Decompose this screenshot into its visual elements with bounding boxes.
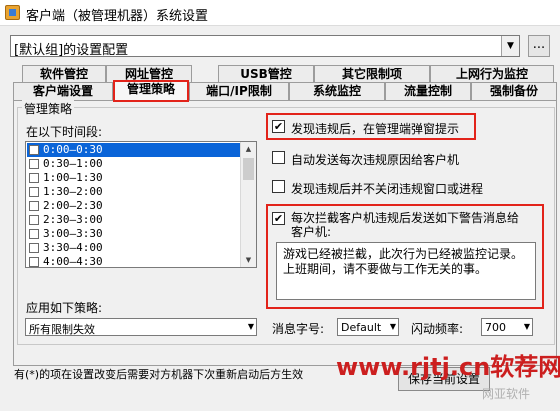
font-size-select[interactable]: Default ▼	[337, 318, 399, 336]
list-item[interactable]: 2:00—2:30	[27, 199, 241, 213]
list-item[interactable]: 1:30—2:00	[27, 185, 241, 199]
policy-group-title: 管理策略	[22, 100, 75, 117]
chevron-down-icon[interactable]: ▼	[248, 322, 254, 331]
tab-internet-monitoring[interactable]: 上网行为监控	[430, 65, 554, 83]
flash-rate-value: 700	[485, 321, 506, 334]
footer-note: 有(*)的项在设置改变后需要对方机器下次重新启动后方生效	[14, 368, 304, 381]
window-title: 客户端（被管理机器）系统设置	[26, 9, 209, 24]
watermark-site: www.rjtj.cn软荐网	[336, 353, 560, 381]
tab-software-control[interactable]: 软件管控	[22, 65, 106, 83]
chevron-down-icon[interactable]: ▼	[524, 322, 530, 331]
checkbox[interactable]	[29, 215, 39, 225]
apply-policy-label: 应用如下策略:	[26, 301, 103, 315]
scroll-down-icon[interactable]: ▼	[241, 253, 256, 267]
no-close-label: 发现违规后并不关闭违规窗口或进程	[291, 182, 484, 196]
list-item[interactable]: 3:30—4:00	[27, 241, 241, 255]
checkbox[interactable]	[29, 187, 39, 197]
list-item[interactable]: 4:00—4:30	[27, 255, 241, 267]
list-item[interactable]: 0:30—1:00	[27, 157, 241, 171]
warning-message-line2: 上班期间，请不要做与工作无关的事。	[283, 262, 488, 276]
list-item[interactable]: 1:00—1:30	[27, 171, 241, 185]
time-slot-label: 在以下时间段:	[26, 125, 103, 139]
send-warning-label-line2: 客户机:	[291, 225, 332, 239]
tab-forced-backup[interactable]: 强制备份	[471, 82, 557, 100]
font-size-label: 消息字号:	[272, 322, 325, 336]
list-scrollbar[interactable]: ▲ ▼	[240, 142, 256, 267]
checkbox[interactable]	[29, 173, 39, 183]
chevron-down-icon[interactable]: ▼	[501, 36, 519, 56]
watermark-sub: 网亚软件	[482, 387, 531, 401]
list-item[interactable]: 3:00—3:30	[27, 227, 241, 241]
send-reason-checkbox[interactable]	[272, 151, 285, 164]
checkbox[interactable]	[29, 159, 39, 169]
apply-policy-value: 所有限制失效	[29, 323, 95, 336]
popup-checkbox[interactable]: ✔	[272, 120, 285, 133]
group-config-value: [默认组]的设置配置	[14, 43, 129, 58]
tab-port-ip-restriction[interactable]: 端口/IP限制	[189, 82, 289, 100]
checkbox[interactable]	[29, 257, 39, 267]
send-reason-label: 自动发送每次违规原因给客户机	[291, 153, 460, 167]
tab-other-restrictions[interactable]: 其它限制项	[314, 65, 430, 83]
tab-traffic-control[interactable]: 流量控制	[385, 82, 471, 100]
app-icon	[5, 5, 20, 20]
title-bar: 客户端（被管理机器）系统设置	[0, 0, 560, 26]
checkbox[interactable]	[29, 229, 39, 239]
list-item[interactable]: 0:00—0:30	[27, 143, 241, 157]
apply-policy-select[interactable]: 所有限制失效 ▼	[25, 318, 257, 336]
group-config-select[interactable]: [默认组]的设置配置 ▼	[10, 35, 520, 58]
font-size-value: Default	[341, 321, 382, 334]
no-close-checkbox[interactable]	[272, 180, 285, 193]
warning-message-line1: 游戏已经被拦截，此次行为已经被监控记录。	[283, 247, 524, 261]
checkbox[interactable]	[29, 145, 39, 155]
tab-client-settings[interactable]: 客户端设置	[13, 82, 113, 100]
checkbox[interactable]	[29, 201, 39, 211]
checkbox[interactable]	[29, 243, 39, 253]
tab-system-monitoring[interactable]: 系统监控	[289, 82, 385, 100]
scroll-up-icon[interactable]: ▲	[241, 142, 256, 156]
flash-rate-label: 闪动频率:	[411, 322, 464, 336]
active-tab-highlight	[113, 80, 189, 102]
time-slot-list[interactable]: 0:00—0:30 0:30—1:00 1:00—1:30 1:30—2:00 …	[25, 141, 257, 268]
more-options-button[interactable]: ...	[528, 35, 550, 57]
tab-usb-control[interactable]: USB管控	[218, 65, 314, 83]
list-item[interactable]: 2:30—3:00	[27, 213, 241, 227]
chevron-down-icon[interactable]: ▼	[390, 322, 396, 331]
scroll-thumb[interactable]	[243, 158, 254, 180]
warning-message-input[interactable]: 游戏已经被拦截，此次行为已经被监控记录。 上班期间，请不要做与工作无关的事。	[276, 242, 536, 300]
popup-option-label: 发现违规后，在管理端弹窗提示	[291, 122, 460, 136]
send-warning-checkbox[interactable]: ✔	[272, 212, 285, 225]
flash-rate-select[interactable]: 700 ▼	[481, 318, 533, 336]
